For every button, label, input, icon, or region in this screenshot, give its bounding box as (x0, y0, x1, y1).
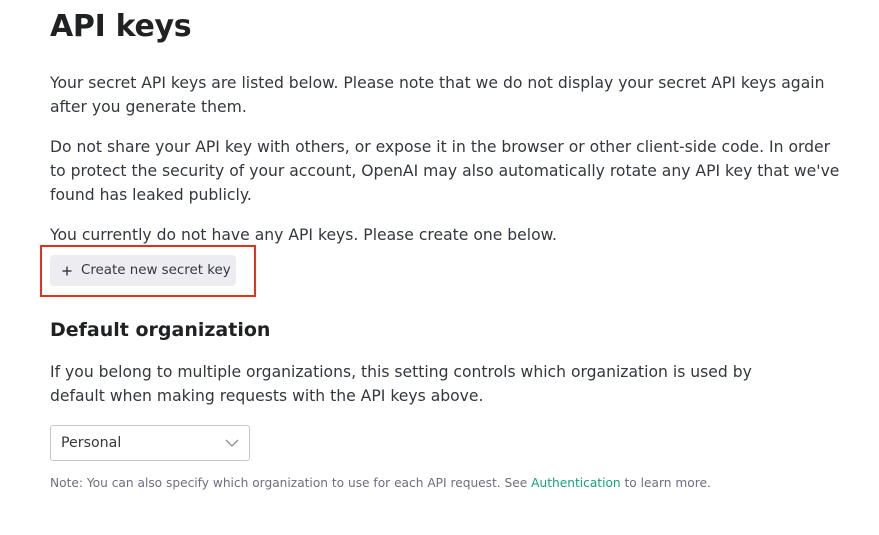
note-prefix: Note: You can also specify which organiz… (50, 476, 532, 490)
create-new-secret-key-button[interactable]: Create new secret key (50, 255, 236, 286)
organization-select[interactable]: Personal (50, 425, 250, 461)
authentication-link[interactable]: Authentication (531, 476, 620, 490)
create-key-label: Create new secret key (81, 263, 231, 278)
default-organization-heading: Default organization (50, 319, 271, 341)
intro-paragraph: Your secret API keys are listed below. P… (50, 74, 825, 116)
main-content: API keys Your secret API keys are listed… (50, 0, 840, 247)
no-keys-message: You currently do not have any API keys. … (50, 226, 557, 244)
security-paragraph: Do not share your API key with others, o… (50, 138, 840, 204)
organization-select-value: Personal (61, 435, 122, 451)
note-suffix: to learn more. (620, 476, 711, 490)
default-organization-description: If you belong to multiple organizations,… (50, 363, 752, 405)
page-title: API keys (50, 9, 192, 44)
chevron-down-icon (225, 439, 239, 447)
plus-icon (62, 266, 72, 276)
organization-note: Note: You can also specify which organiz… (50, 475, 711, 491)
